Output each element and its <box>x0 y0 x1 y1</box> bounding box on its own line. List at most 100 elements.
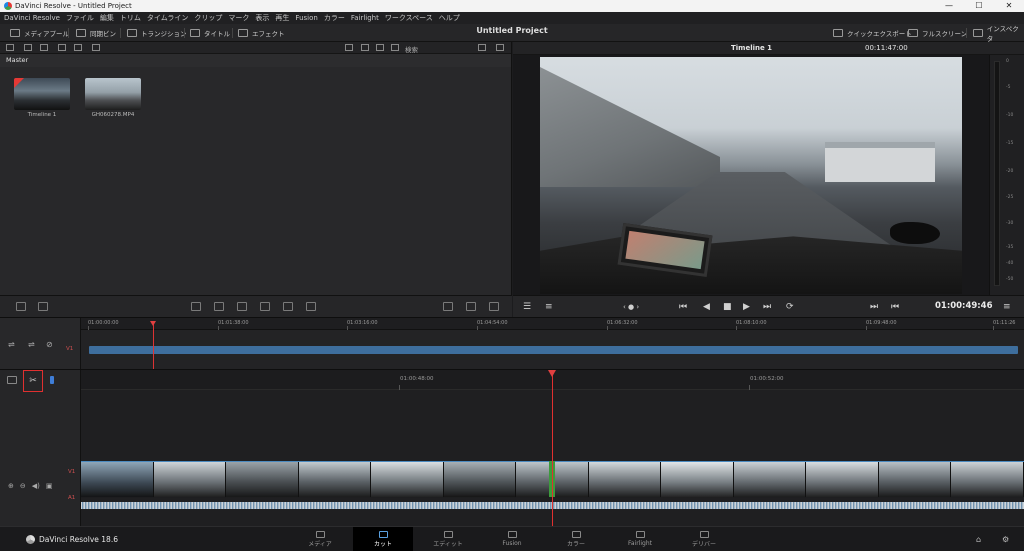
timeline-tools-icon[interactable]: ☰ <box>523 301 531 313</box>
quick-export-label: クイックエクスポート <box>847 30 912 38</box>
bin-list-icon[interactable] <box>6 44 14 51</box>
ruler-label: 01:01:38:00 <box>218 320 249 326</box>
timeline-name[interactable]: Timeline 1 <box>731 44 772 52</box>
append-icon[interactable] <box>214 302 224 311</box>
video-building <box>825 142 935 182</box>
gear-icon[interactable]: ⚙ <box>1002 535 1009 544</box>
edit-page-icon <box>443 531 453 538</box>
menu-color[interactable]: カラー <box>324 13 345 23</box>
upper-timeline-ruler[interactable]: 01:00:00:00 01:01:38:00 01:03:16:00 01:0… <box>81 318 1024 330</box>
track-lock-icon[interactable]: ⊘ <box>46 340 53 349</box>
menu-view[interactable]: 表示 <box>255 13 269 23</box>
menu-playback[interactable]: 再生 <box>275 13 289 23</box>
effects-label: エフェクト <box>252 30 285 38</box>
snap-icon[interactable] <box>50 376 54 384</box>
close-button[interactable]: ✕ <box>994 0 1024 12</box>
smart-insert-icon[interactable] <box>191 302 201 311</box>
go-to-start-icon[interactable]: ⏮ <box>679 301 687 313</box>
effects-button[interactable]: エフェクト <box>238 27 285 39</box>
new-bin-icon[interactable] <box>58 44 66 51</box>
track-options-icon[interactable]: ⇌ <box>28 340 35 349</box>
page-tab-fairlight[interactable]: Fairlight <box>610 527 670 551</box>
options-menu-icon[interactable]: ≡ <box>1003 301 1011 313</box>
redo-icon[interactable] <box>38 302 48 311</box>
menu-clip[interactable]: クリップ <box>194 13 222 23</box>
inspector-button[interactable]: インスペクタ <box>973 25 1024 43</box>
undo-icon[interactable] <box>16 302 26 311</box>
timeline-view-icon[interactable] <box>466 302 476 311</box>
fairlight-page-icon <box>635 531 645 538</box>
source-tape-icon[interactable] <box>443 302 453 311</box>
page-tab-fusion[interactable]: Fusion <box>482 527 542 551</box>
go-to-end-icon[interactable]: ⏭ <box>763 301 771 313</box>
blade-tool-button[interactable]: ✂ <box>23 370 43 392</box>
titles-button[interactable]: タイトル <box>190 27 230 39</box>
track-settings-icon[interactable]: ⇌ <box>8 340 15 349</box>
track-lock-icon[interactable]: ⊕ <box>8 482 14 490</box>
sort-icon[interactable] <box>478 44 486 51</box>
ruler-tick <box>218 326 219 330</box>
clip-thumbnail-video[interactable] <box>85 78 141 110</box>
window-controls: — ☐ ✕ <box>934 0 1024 12</box>
quick-export-button[interactable]: クイックエクスポート <box>833 27 912 39</box>
place-on-top-icon[interactable] <box>283 302 293 311</box>
fullscreen-button[interactable]: フルスクリーン <box>908 27 967 39</box>
list-view-icon[interactable] <box>391 44 399 51</box>
bin-master[interactable]: Master <box>0 54 511 67</box>
media-pool-button[interactable]: メディアプール <box>10 27 69 39</box>
smart-bin-icon[interactable] <box>92 44 100 51</box>
jog-control-icon[interactable]: ‹ ● › <box>623 301 639 313</box>
lower-playhead[interactable] <box>548 370 556 527</box>
menu-edit[interactable]: 編集 <box>100 13 114 23</box>
page-tab-media[interactable]: メディア <box>290 527 350 551</box>
import-folder-icon[interactable] <box>40 44 48 51</box>
video-preview[interactable] <box>540 57 962 294</box>
play-icon[interactable]: ▶ <box>743 301 750 313</box>
speaker-icon[interactable]: ◀) <box>32 482 40 490</box>
page-tab-color[interactable]: カラー <box>546 527 606 551</box>
play-reverse-icon[interactable]: ◀ <box>703 301 710 313</box>
timeline-clip-bar[interactable] <box>89 346 1018 354</box>
viewer-mode-icon[interactable] <box>489 302 499 311</box>
close-up-icon[interactable] <box>260 302 270 311</box>
ruler-tick <box>607 326 608 330</box>
next-edit-icon[interactable]: ⏭ <box>870 301 878 313</box>
menu-trim[interactable]: トリム <box>120 13 141 23</box>
filmstrip-view-icon[interactable] <box>376 44 384 51</box>
home-icon[interactable]: ⌂ <box>976 535 981 544</box>
menu-fusion[interactable]: Fusion <box>295 14 317 22</box>
previous-edit-icon[interactable]: ⏮ <box>891 301 899 313</box>
page-tab-deliver[interactable]: デリバー <box>674 527 734 551</box>
source-overwrite-icon[interactable] <box>306 302 316 311</box>
thumbnail-view-icon[interactable] <box>361 44 369 51</box>
page-tab-edit[interactable]: エディット <box>418 527 478 551</box>
search-label[interactable]: 検索 <box>405 44 418 54</box>
maximize-button[interactable]: ☐ <box>964 0 994 12</box>
sync-icon[interactable] <box>496 44 504 51</box>
minimize-button[interactable]: — <box>934 0 964 12</box>
viewer-header: Timeline 1 00:11:47:00 <box>513 42 1024 55</box>
ripple-overwrite-icon[interactable] <box>237 302 247 311</box>
menu-workspace[interactable]: ワークスペース <box>385 13 433 23</box>
menu-timeline[interactable]: タイムライン <box>147 13 189 23</box>
lock-icon[interactable]: ⊖ <box>20 482 26 490</box>
page-tab-label: Fusion <box>502 540 522 547</box>
page-tab-cut[interactable]: カット <box>353 527 413 551</box>
sync-bin-button[interactable]: 同期ビン <box>76 27 116 39</box>
menu-file[interactable]: ファイル <box>66 13 94 23</box>
settings-sliders-icon[interactable]: ≡ <box>545 301 553 313</box>
menu-mark[interactable]: マーク <box>228 13 249 23</box>
new-timeline-icon[interactable] <box>74 44 82 51</box>
import-media-icon[interactable] <box>24 44 32 51</box>
upper-playhead[interactable] <box>150 321 156 369</box>
track-view-icon[interactable] <box>7 376 17 384</box>
menu-fairlight[interactable]: Fairlight <box>351 14 379 22</box>
monitor-icon[interactable]: ▣ <box>46 482 53 490</box>
stop-icon[interactable]: ■ <box>723 301 732 313</box>
loop-icon[interactable]: ⟳ <box>786 301 794 313</box>
menu-help[interactable]: ヘルプ <box>439 13 460 23</box>
transitions-button[interactable]: トランジション <box>127 27 187 39</box>
menu-davinci[interactable]: DaVinci Resolve <box>4 14 60 22</box>
metadata-view-icon[interactable] <box>345 44 353 51</box>
clip-thumbnail-timeline[interactable] <box>14 78 70 110</box>
